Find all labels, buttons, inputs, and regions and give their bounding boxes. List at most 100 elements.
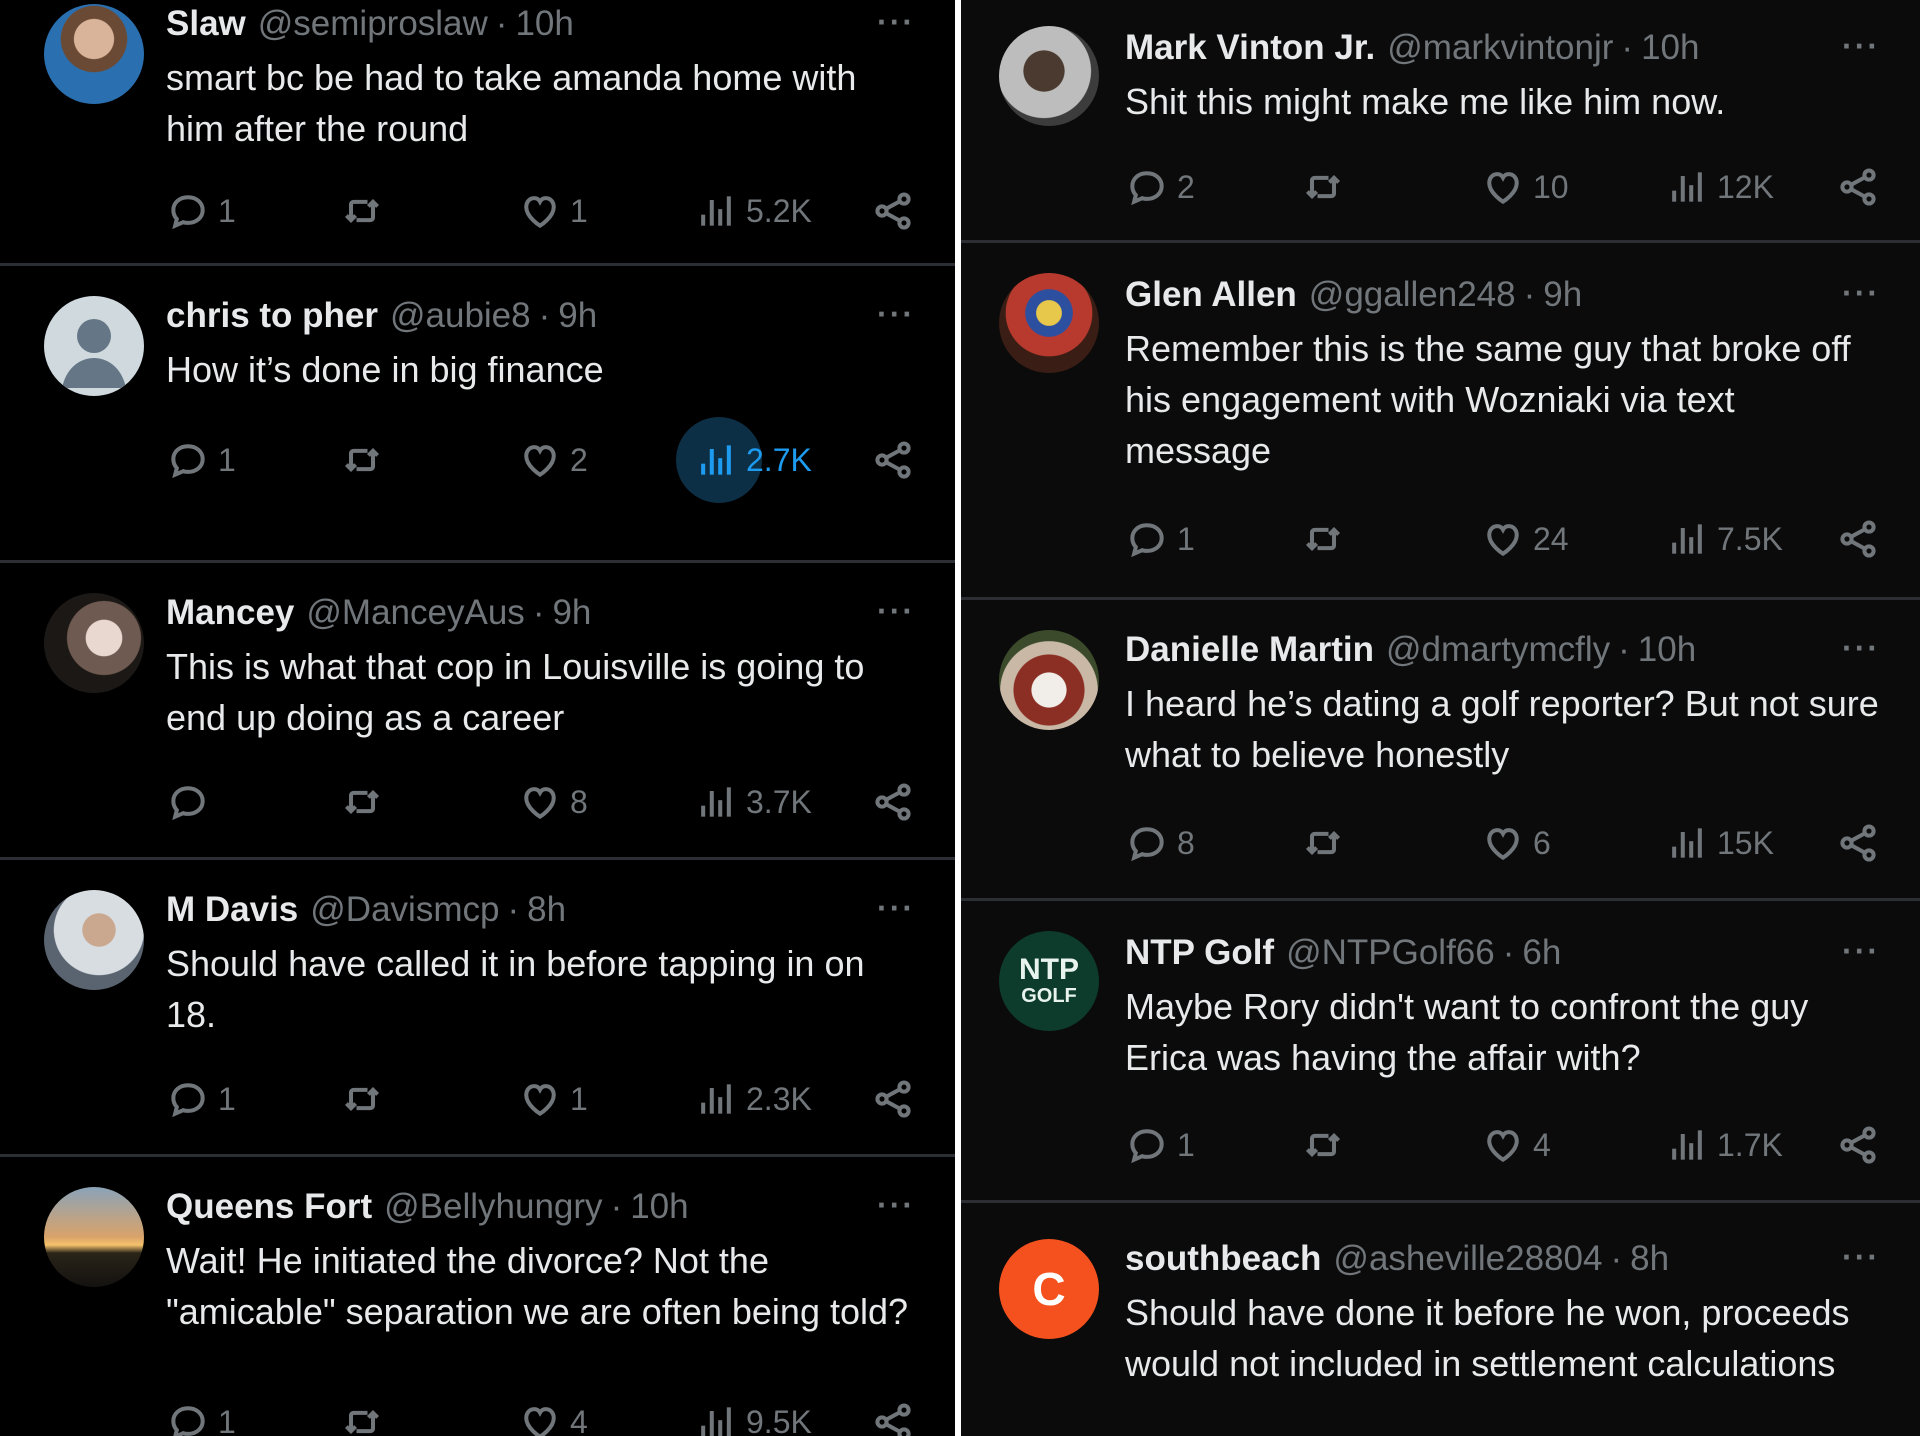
more-options-icon[interactable]: ··· bbox=[877, 591, 915, 631]
retweet-button[interactable] bbox=[340, 777, 392, 827]
display-name[interactable]: chris to pher bbox=[166, 294, 378, 338]
avatar[interactable] bbox=[44, 890, 144, 990]
like-button[interactable]: 24 bbox=[1481, 514, 1569, 564]
more-options-icon[interactable]: ··· bbox=[1842, 931, 1880, 971]
share-button[interactable] bbox=[1836, 514, 1880, 564]
share-button[interactable] bbox=[871, 186, 915, 236]
timestamp[interactable]: 10h bbox=[630, 1185, 688, 1229]
username[interactable]: @Bellyhungry bbox=[384, 1185, 602, 1229]
share-button[interactable] bbox=[871, 435, 915, 485]
share-button[interactable] bbox=[1836, 1120, 1880, 1170]
tweet[interactable]: Mancey @ManceyAus · 9h ··· This is what … bbox=[0, 563, 955, 860]
username[interactable]: @ManceyAus bbox=[306, 591, 524, 635]
timestamp[interactable]: 10h bbox=[515, 2, 573, 46]
like-button[interactable]: 6 bbox=[1481, 818, 1551, 868]
retweet-button[interactable] bbox=[1301, 162, 1353, 212]
username[interactable]: @semiproslaw bbox=[258, 2, 488, 46]
share-button[interactable] bbox=[1836, 818, 1880, 868]
retweet-button[interactable] bbox=[340, 186, 392, 236]
tweet[interactable]: NTP GOLF NTP Golf @NTPGolf66 · 6h ··· Ma… bbox=[961, 901, 1920, 1203]
like-button[interactable]: 1 bbox=[518, 186, 588, 236]
more-options-icon[interactable]: ··· bbox=[877, 888, 915, 928]
tweet[interactable]: chris to pher @aubie8 · 9h ··· How it’s … bbox=[0, 266, 955, 563]
avatar[interactable]: NTP GOLF bbox=[999, 931, 1099, 1031]
retweet-button[interactable] bbox=[1301, 1120, 1353, 1170]
reply-button[interactable]: 1 bbox=[166, 1074, 236, 1124]
retweet-button[interactable] bbox=[1301, 818, 1353, 868]
timestamp[interactable]: 8h bbox=[527, 888, 566, 932]
share-button[interactable] bbox=[1836, 162, 1880, 212]
username[interactable]: @asheville28804 bbox=[1333, 1237, 1602, 1281]
tweet[interactable]: Glen Allen @ggallen248 · 9h ··· Remember… bbox=[961, 243, 1920, 600]
display-name[interactable]: Mark Vinton Jr. bbox=[1125, 26, 1375, 70]
like-button[interactable]: 8 bbox=[518, 777, 588, 827]
like-button[interactable]: 1 bbox=[518, 1074, 588, 1124]
timestamp[interactable]: 6h bbox=[1522, 931, 1561, 975]
more-options-icon[interactable]: ··· bbox=[1842, 628, 1880, 668]
avatar[interactable] bbox=[44, 593, 144, 693]
display-name[interactable]: Danielle Martin bbox=[1125, 628, 1374, 672]
reply-button[interactable]: 1 bbox=[166, 435, 236, 485]
more-options-icon[interactable]: ··· bbox=[1842, 1237, 1880, 1277]
reply-button[interactable]: 1 bbox=[166, 1397, 236, 1436]
username[interactable]: @ggallen248 bbox=[1309, 273, 1516, 317]
views-button[interactable]: 12K bbox=[1665, 162, 1774, 212]
reply-button[interactable]: 2 bbox=[1125, 162, 1195, 212]
display-name[interactable]: M Davis bbox=[166, 888, 298, 932]
avatar[interactable] bbox=[999, 630, 1099, 730]
more-options-icon[interactable]: ··· bbox=[1842, 273, 1880, 313]
more-options-icon[interactable]: ··· bbox=[877, 2, 915, 42]
timestamp[interactable]: 10h bbox=[1641, 26, 1699, 70]
tweet[interactable]: Queens Fort @Bellyhungry · 10h ··· Wait!… bbox=[0, 1157, 955, 1436]
views-button[interactable]: 3.7K bbox=[694, 777, 812, 827]
like-button[interactable]: 10 bbox=[1481, 162, 1569, 212]
like-button[interactable]: 4 bbox=[518, 1397, 588, 1436]
more-options-icon[interactable]: ··· bbox=[1842, 26, 1880, 66]
avatar[interactable] bbox=[44, 1187, 144, 1287]
reply-button[interactable]: 1 bbox=[1125, 1120, 1195, 1170]
avatar[interactable]: C bbox=[999, 1239, 1099, 1339]
retweet-button[interactable] bbox=[340, 435, 392, 485]
views-button[interactable]: 15K bbox=[1665, 818, 1774, 868]
reply-button[interactable]: 8 bbox=[1125, 818, 1195, 868]
username[interactable]: @aubie8 bbox=[390, 294, 531, 338]
display-name[interactable]: Glen Allen bbox=[1125, 273, 1297, 317]
timestamp[interactable]: 9h bbox=[1543, 273, 1582, 317]
timestamp[interactable]: 8h bbox=[1630, 1237, 1669, 1281]
avatar[interactable] bbox=[999, 26, 1099, 126]
share-button[interactable] bbox=[871, 1074, 915, 1124]
display-name[interactable]: NTP Golf bbox=[1125, 931, 1274, 975]
views-button[interactable]: 7.5K bbox=[1665, 514, 1783, 564]
timestamp[interactable]: 9h bbox=[558, 294, 597, 338]
more-options-icon[interactable]: ··· bbox=[877, 1185, 915, 1225]
tweet[interactable]: Danielle Martin @dmartymcfly · 10h ··· I… bbox=[961, 600, 1920, 901]
more-options-icon[interactable]: ··· bbox=[877, 294, 915, 334]
timestamp[interactable]: 9h bbox=[552, 591, 591, 635]
timestamp[interactable]: 10h bbox=[1638, 628, 1696, 672]
like-button[interactable]: 2 bbox=[518, 435, 588, 485]
views-button[interactable]: 1.7K bbox=[1665, 1120, 1783, 1170]
username[interactable]: @markvintonjr bbox=[1387, 26, 1613, 70]
avatar[interactable] bbox=[44, 296, 144, 396]
retweet-button[interactable] bbox=[1301, 514, 1353, 564]
username[interactable]: @NTPGolf66 bbox=[1286, 931, 1495, 975]
username[interactable]: @dmartymcfly bbox=[1386, 628, 1610, 672]
tweet[interactable]: Slaw @semiproslaw · 10h ··· smart bc be … bbox=[0, 0, 955, 266]
reply-button[interactable]: 1 bbox=[1125, 514, 1195, 564]
display-name[interactable]: Slaw bbox=[166, 2, 246, 46]
avatar[interactable] bbox=[44, 4, 144, 104]
reply-button[interactable]: 1 bbox=[166, 186, 236, 236]
share-button[interactable] bbox=[871, 1397, 915, 1436]
username[interactable]: @Davismcp bbox=[310, 888, 499, 932]
tweet[interactable]: Mark Vinton Jr. @markvintonjr · 10h ··· … bbox=[961, 0, 1920, 243]
avatar[interactable] bbox=[999, 273, 1099, 373]
retweet-button[interactable] bbox=[340, 1074, 392, 1124]
display-name[interactable]: Queens Fort bbox=[166, 1185, 372, 1229]
retweet-button[interactable] bbox=[340, 1397, 392, 1436]
views-button[interactable]: 2.3K bbox=[694, 1074, 812, 1124]
tweet[interactable]: C southbeach @asheville28804 · 8h ··· Sh… bbox=[961, 1203, 1920, 1436]
views-button[interactable]: 5.2K bbox=[694, 186, 812, 236]
display-name[interactable]: southbeach bbox=[1125, 1237, 1321, 1281]
views-button[interactable]: 2.7K bbox=[694, 435, 812, 485]
share-button[interactable] bbox=[871, 777, 915, 827]
